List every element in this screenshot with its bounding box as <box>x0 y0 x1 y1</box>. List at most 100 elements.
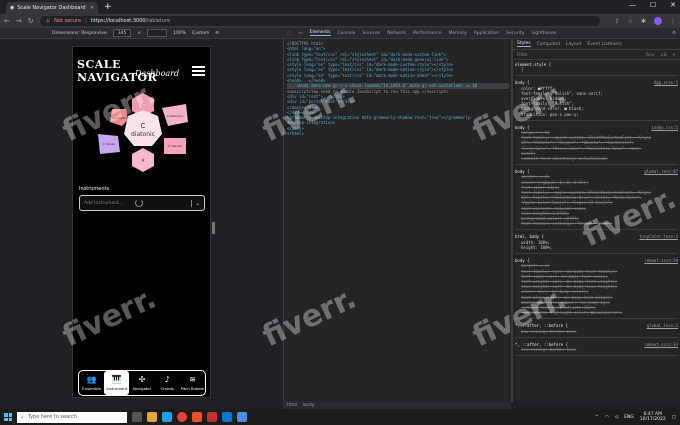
css-source-link[interactable]: reboot.scss:33 <box>644 342 678 347</box>
css-source-link[interactable]: global.less:1 <box>647 323 678 328</box>
hamburger-menu-icon[interactable] <box>192 66 205 76</box>
url-field[interactable]: ⚠ Not secure | https://localhost:3000/ta… <box>39 16 600 26</box>
css-property[interactable]: font-feature-settings: "tnum", "tnum"; <box>515 221 678 226</box>
tab-console[interactable]: Console <box>338 31 356 36</box>
css-property[interactable]: -webkit-tap-highlight-color: ■transparen… <box>515 310 678 315</box>
tab-application[interactable]: Application <box>474 31 499 36</box>
css-selector[interactable]: body { <box>515 80 529 85</box>
panel-splitter[interactable] <box>511 39 513 402</box>
tab-memory[interactable]: Memory <box>449 31 467 36</box>
tab-computed[interactable]: Computed <box>537 42 560 47</box>
close-window-icon[interactable]: ✕ <box>670 1 676 9</box>
url-host: https://localhost:3000 <box>90 18 146 24</box>
warning-icon: ⚠ <box>45 18 51 24</box>
dom-line[interactable]: </html> <box>287 131 509 136</box>
inspect-icon[interactable]: ⬚ <box>287 31 291 36</box>
clock[interactable]: 6:47 AM 10/17/2022 <box>640 412 666 422</box>
chevron-up-icon[interactable]: ^ <box>595 415 599 420</box>
tab-elements[interactable]: Elements <box>309 30 331 36</box>
minimize-icon[interactable]: — <box>629 1 636 9</box>
profile-avatar[interactable] <box>654 17 662 25</box>
star-icon[interactable]: ☆ <box>628 18 633 25</box>
forward-icon[interactable]: → <box>16 17 22 25</box>
dom-line-selected[interactable]: ... <body data-new-gr-c-s-check-loaded="… <box>287 83 509 89</box>
app-icon[interactable] <box>207 412 217 422</box>
taskbar-search[interactable]: ⌕ Type here to search <box>17 411 127 423</box>
css-source-link[interactable]: tinyColor.less:1 <box>639 234 678 239</box>
css-selector[interactable]: html, body { <box>515 234 544 239</box>
width-input[interactable]: 345 <box>112 29 132 37</box>
throttle-select[interactable]: Custom <box>192 31 209 36</box>
chevron-down-icon[interactable]: ⌄ <box>190 199 200 207</box>
task-view-icon[interactable] <box>132 412 142 422</box>
css-source-link[interactable]: global.less:87 <box>644 169 678 174</box>
vscode-icon[interactable] <box>222 412 232 422</box>
css-property[interactable]: box-sizing: border-box; <box>515 329 678 334</box>
url-path: /tableture <box>145 18 171 24</box>
styles-filter[interactable]: Filter :hov .cls + <box>513 51 680 60</box>
tab-styles[interactable]: Styles <box>517 41 531 47</box>
browser-tab[interactable]: ◉ Scale Navigator Dashboard ✕ <box>6 2 98 14</box>
extensions-icon[interactable]: ✱ <box>641 18 646 25</box>
hov-toggle[interactable]: :hov <box>645 53 655 58</box>
system-tray: ^ ◠ ◁ ENG 6:47 AM 10/17/2022 ▢ <box>595 412 676 422</box>
wifi-icon[interactable]: ◠ <box>605 415 609 420</box>
css-property[interactable]: } <box>515 67 678 72</box>
tab-performance[interactable]: Performance <box>413 31 442 36</box>
tab-layout[interactable]: Layout <box>566 42 581 47</box>
close-tab-icon[interactable]: ✕ <box>90 5 94 11</box>
css-source-link[interactable]: reboot.scss:50 <box>644 258 678 263</box>
back-icon[interactable]: ← <box>4 17 10 25</box>
new-tab-button[interactable]: + <box>104 2 114 12</box>
css-source-link[interactable]: index.css:1 <box>652 125 679 130</box>
nav-navigator[interactable]: ✣ Navigator <box>129 371 154 395</box>
height-input[interactable] <box>147 29 168 37</box>
tab-lighthouse[interactable]: Lighthouse <box>531 31 556 36</box>
css-rule: body {global.less:87 margin: ▸ 0; color: □… <box>515 169 678 231</box>
viewport-scrollbar[interactable] <box>212 222 215 234</box>
app2-icon[interactable] <box>237 412 247 422</box>
share-icon[interactable]: ⇪ <box>615 18 620 25</box>
device-toggle-icon[interactable]: ▭ <box>298 31 302 36</box>
devtools-settings-icon[interactable]: ⚙ <box>672 31 680 36</box>
breadcrumb-html[interactable]: html <box>287 403 297 408</box>
device-select[interactable]: Dimensions: Responsive <box>52 31 107 36</box>
filter-input[interactable]: Filter <box>517 53 528 58</box>
maximize-icon[interactable]: ☐ <box>650 1 656 9</box>
instrument-select[interactable]: Add Instrument... ⌄ <box>79 195 205 211</box>
rotate-icon[interactable]: ⟲ <box>215 31 219 36</box>
windows-start-icon[interactable] <box>4 413 12 421</box>
nav-ensemble[interactable]: 👥 Ensemble <box>79 371 104 395</box>
css-property[interactable]: -webkit-font-smoothing: antialiased; <box>515 156 678 161</box>
zoom-select[interactable]: 100% <box>173 31 186 36</box>
language-label[interactable]: ENG <box>624 415 634 420</box>
cls-toggle[interactable]: .cls <box>660 53 668 58</box>
not-secure-label: Not secure <box>54 18 82 24</box>
add-rule-icon[interactable]: + <box>672 53 676 58</box>
css-property[interactable]: height: 100%; <box>515 245 678 250</box>
file-explorer-icon[interactable] <box>147 412 157 422</box>
edge-icon[interactable] <box>162 412 172 422</box>
chrome-icon[interactable] <box>177 412 187 422</box>
css-selector[interactable]: *, ::after, ::before { <box>515 323 568 328</box>
css-source-link[interactable]: App.scss:5 <box>654 80 678 85</box>
volume-icon[interactable]: ◁ <box>615 415 618 420</box>
notification-icon[interactable]: ▢ <box>672 415 676 420</box>
store-icon[interactable] <box>192 412 202 422</box>
tab-security[interactable]: Security <box>506 31 524 36</box>
nav-pitch-bubble[interactable]: ≋ Pitch Bubble <box>180 371 205 395</box>
breadcrumb-body[interactable]: body <box>303 403 314 408</box>
menu-icon[interactable]: ⋮ <box>670 18 676 25</box>
browser-tab-bar <box>0 0 680 14</box>
elements-tree: <!DOCTYPE html> <html lang="en"> <link t… <box>287 41 509 401</box>
nav-chords[interactable]: ♪ Chords <box>155 371 180 395</box>
nav-navigator-label: Navigator <box>132 386 152 391</box>
nav-instrument[interactable]: 🎹 Instrument <box>104 371 130 395</box>
tab-event-listeners[interactable]: Event Listeners <box>587 42 622 47</box>
tab-network[interactable]: Network <box>387 31 406 36</box>
reload-icon[interactable]: ↻ <box>28 17 34 25</box>
browser-actions: ⇪ ☆ ✱ ⋮ <box>615 17 676 25</box>
css-property[interactable]: transition: pan-x pan-y; <box>515 112 678 117</box>
css-property[interactable]: box-sizing: border-box; <box>515 347 678 352</box>
tab-sources[interactable]: Sources <box>362 31 380 36</box>
